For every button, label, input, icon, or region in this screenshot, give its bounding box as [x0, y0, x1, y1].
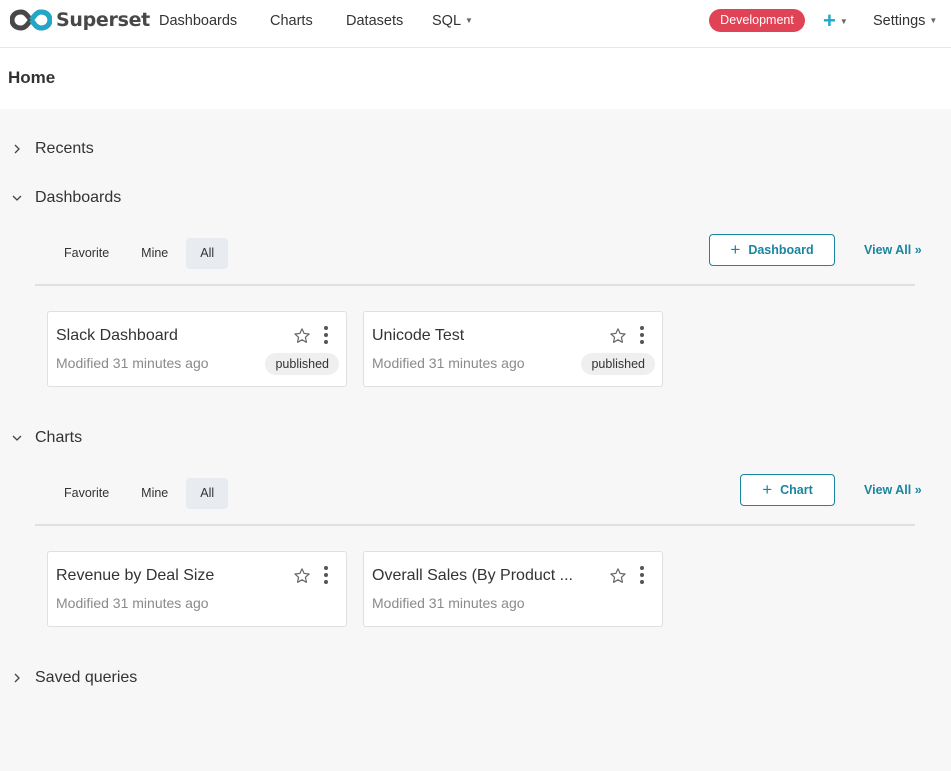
top-navbar: Superset Dashboards Charts Datasets SQL ▼…	[0, 0, 951, 48]
brand-logo[interactable]: Superset	[10, 7, 150, 33]
caret-down-icon: ▼	[465, 16, 473, 25]
caret-down-icon: ▼	[839, 17, 848, 26]
tab-dashboards-favorite[interactable]: Favorite	[50, 238, 123, 269]
status-badge: published	[581, 353, 655, 375]
card-modified: Modified 31 minutes ago	[372, 595, 525, 611]
nav-charts[interactable]: Charts	[270, 13, 313, 29]
nav-sql-menu[interactable]: SQL ▼	[432, 13, 473, 29]
charts-divider	[35, 524, 915, 526]
caret-down-icon: ▼	[929, 16, 938, 25]
settings-label: Settings	[873, 13, 926, 29]
card-title[interactable]: Slack Dashboard	[56, 327, 178, 345]
section-dashboards-toggle[interactable]: Dashboards	[11, 189, 121, 207]
dashboard-card[interactable]: Unicode Test Modified 31 minutes ago pub…	[363, 311, 663, 387]
card-modified: Modified 31 minutes ago	[56, 595, 209, 611]
tab-charts-favorite[interactable]: Favorite	[50, 478, 123, 509]
chevron-right-icon	[14, 144, 20, 154]
more-vertical-icon[interactable]	[638, 566, 646, 586]
tab-dashboards-mine[interactable]: Mine	[127, 238, 182, 269]
chevron-down-icon	[12, 435, 22, 441]
section-charts-label: Charts	[35, 429, 83, 446]
section-recents-label: Recents	[35, 140, 94, 157]
settings-menu[interactable]: Settings ▼	[873, 13, 937, 29]
card-modified: Modified 31 minutes ago	[56, 355, 209, 371]
tab-charts-mine[interactable]: Mine	[127, 478, 182, 509]
star-icon[interactable]	[293, 327, 311, 345]
environment-badge: Development	[709, 9, 805, 32]
dashboards-tabs: Favorite Mine All	[50, 238, 229, 269]
status-badge: published	[265, 353, 339, 375]
superset-logo-icon	[10, 9, 52, 31]
new-item-menu[interactable]: + ▼	[823, 8, 848, 34]
nav-datasets[interactable]: Datasets	[346, 13, 403, 29]
section-recents-toggle[interactable]: Recents	[11, 140, 94, 158]
dashboard-card[interactable]: Slack Dashboard Modified 31 minutes ago …	[47, 311, 347, 387]
star-icon[interactable]	[609, 327, 627, 345]
section-charts-toggle[interactable]: Charts	[11, 429, 82, 447]
section-saved-queries-toggle[interactable]: Saved queries	[11, 669, 137, 687]
plus-icon: +	[730, 240, 741, 259]
star-icon[interactable]	[609, 567, 627, 585]
charts-view-all-link[interactable]: View All »	[864, 483, 922, 497]
chart-card[interactable]: Overall Sales (By Product ... Modified 3…	[363, 551, 663, 627]
plus-icon: +	[823, 8, 836, 33]
card-title[interactable]: Unicode Test	[372, 327, 464, 345]
charts-tabs: Favorite Mine All	[50, 478, 229, 509]
dashboards-view-all-link[interactable]: View All »	[864, 243, 922, 257]
tab-dashboards-all[interactable]: All	[186, 238, 229, 269]
nav-sql-label: SQL	[432, 13, 462, 29]
more-vertical-icon[interactable]	[638, 326, 646, 346]
nav-dashboards[interactable]: Dashboards	[159, 13, 237, 29]
card-title[interactable]: Overall Sales (By Product ...	[372, 567, 573, 585]
plus-icon: +	[762, 480, 773, 499]
more-vertical-icon[interactable]	[322, 326, 330, 346]
chart-card[interactable]: Revenue by Deal Size Modified 31 minutes…	[47, 551, 347, 627]
brand-name: Superset	[56, 9, 150, 31]
tab-charts-all[interactable]: All	[186, 478, 229, 509]
card-title[interactable]: Revenue by Deal Size	[56, 567, 214, 585]
add-dashboard-button[interactable]: + Dashboard	[709, 234, 835, 266]
chevron-right-icon	[14, 673, 20, 683]
section-saved-queries-label: Saved queries	[35, 669, 138, 686]
more-vertical-icon[interactable]	[322, 566, 330, 586]
chevron-down-icon	[12, 195, 22, 201]
section-dashboards-label: Dashboards	[35, 189, 122, 206]
star-icon[interactable]	[293, 567, 311, 585]
add-chart-label: Chart	[780, 483, 813, 497]
card-modified: Modified 31 minutes ago	[372, 355, 525, 371]
add-chart-button[interactable]: + Chart	[740, 474, 835, 506]
dashboards-divider	[35, 284, 915, 286]
page-header: Home	[0, 48, 951, 109]
add-dashboard-label: Dashboard	[748, 243, 814, 257]
page-title: Home	[8, 68, 56, 87]
